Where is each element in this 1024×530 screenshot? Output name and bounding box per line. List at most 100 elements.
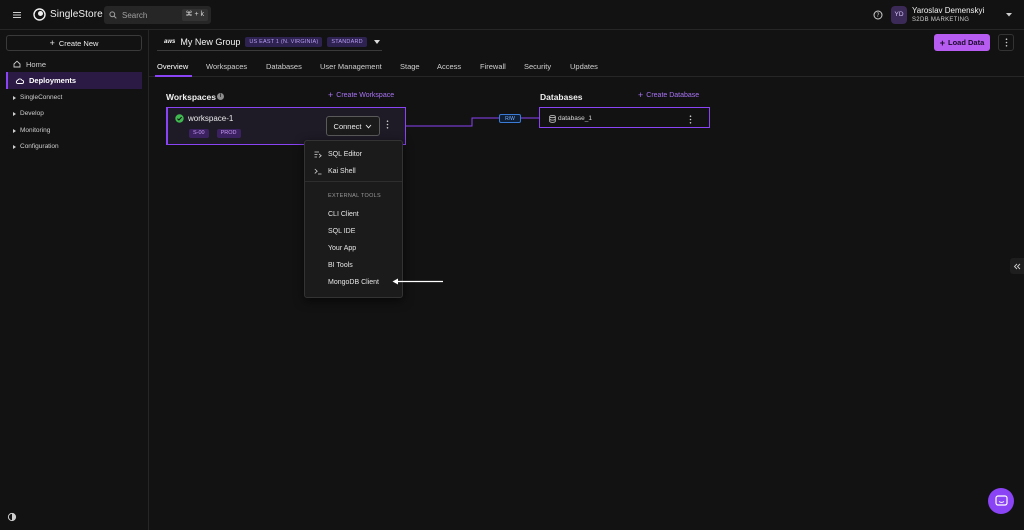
menu-item-label: CLI Client: [328, 210, 359, 218]
sidebar-group-label: Develop: [20, 110, 44, 117]
logo-text: SingleStore: [50, 9, 103, 20]
cloud-icon: [15, 78, 24, 84]
tab-access[interactable]: Access: [437, 62, 461, 71]
menu-item-label: Your App: [328, 244, 357, 252]
svg-text:?: ?: [876, 12, 879, 19]
tab-updates[interactable]: Updates: [570, 62, 598, 71]
sql-editor-icon: [314, 151, 322, 158]
menu-item-label: BI Tools: [328, 261, 353, 269]
user-org: S2DB MARKETING: [912, 17, 970, 23]
database-more-icon[interactable]: [689, 115, 692, 124]
avatar[interactable]: YD: [891, 6, 907, 24]
database-name: database_1: [558, 115, 592, 122]
menu-item-label: Kai Shell: [328, 167, 356, 175]
load-data-label: Load Data: [948, 38, 985, 47]
databases-title: Databases: [540, 92, 583, 102]
menu-item-your-app[interactable]: Your App: [305, 241, 402, 255]
sidebar-item-home[interactable]: Home: [6, 56, 142, 72]
singlestore-logo-icon: [33, 8, 46, 21]
access-badge: R/W: [499, 114, 521, 123]
menu-item-kai-shell[interactable]: Kai Shell: [305, 164, 402, 178]
create-new-label: Create New: [58, 38, 99, 48]
tab-security[interactable]: Security: [524, 62, 551, 71]
create-database-button[interactable]: + Create Database: [638, 90, 700, 100]
sidebar-group-configuration[interactable]: Configuration: [13, 143, 59, 150]
plus-icon: +: [49, 38, 55, 48]
tab-workspaces[interactable]: Workspaces: [206, 62, 247, 71]
menu-item-sql-ide[interactable]: SQL IDE: [305, 224, 402, 238]
help-icon[interactable]: ?: [873, 10, 883, 20]
arrow-left-icon: [392, 277, 444, 286]
caret-right-icon: [13, 111, 16, 116]
connect-menu: SQL Editor Kai Shell EXTERNAL TOOLS CLI …: [304, 140, 403, 298]
tab-stage[interactable]: Stage: [400, 62, 420, 71]
collapse-panel-icon[interactable]: [1010, 258, 1024, 274]
chat-icon[interactable]: [988, 488, 1014, 514]
workspaces-title: Workspaces: [166, 92, 216, 102]
menu-item-bi-tools[interactable]: BI Tools: [305, 258, 402, 272]
caret-right-icon: [13, 95, 16, 100]
create-workspace-button[interactable]: + Create Workspace: [328, 90, 395, 100]
sidebar: [0, 30, 149, 530]
tab-databases[interactable]: Databases: [266, 62, 302, 71]
menu-item-cli-client[interactable]: CLI Client: [305, 207, 402, 221]
sidebar-item-label: Deployments: [29, 76, 77, 85]
create-new-button[interactable]: + Create New: [6, 35, 142, 51]
database-icon: [549, 115, 556, 123]
sidebar-group-label: Monitoring: [20, 127, 51, 134]
menu-item-label: SQL Editor: [328, 150, 362, 158]
menu-item-sql-editor[interactable]: SQL Editor: [305, 147, 402, 161]
menu-icon[interactable]: [11, 9, 23, 21]
active-tab-indicator: [155, 75, 192, 77]
tab-user-management[interactable]: User Management: [320, 62, 382, 71]
create-database-label: Create Database: [646, 92, 700, 99]
tab-firewall[interactable]: Firewall: [480, 62, 506, 71]
search-placeholder: Search: [122, 10, 148, 20]
load-data-button[interactable]: + Load Data: [934, 34, 990, 51]
status-check-icon: [175, 114, 184, 123]
size-badge: S-00: [189, 129, 209, 138]
plus-icon: +: [328, 90, 334, 100]
more-options-icon[interactable]: [998, 34, 1014, 51]
chevron-down-icon: [373, 39, 380, 44]
home-icon: [13, 60, 21, 68]
workspace-name: workspace-1: [188, 114, 234, 123]
menu-item-mongodb-client[interactable]: MongoDB Client: [305, 275, 402, 289]
sidebar-group-label: SingleConnect: [20, 94, 63, 101]
plus-icon: +: [638, 90, 644, 100]
search-icon: [109, 11, 117, 19]
info-icon[interactable]: i: [217, 93, 224, 100]
caret-right-icon: [13, 128, 16, 133]
theme-toggle-icon[interactable]: [6, 511, 18, 523]
menu-divider: [305, 181, 402, 182]
search-input[interactable]: Search ⌘ + k: [104, 6, 211, 24]
sidebar-item-deployments[interactable]: Deployments: [6, 72, 142, 89]
tab-bar: Overview Workspaces Databases User Manag…: [149, 56, 1024, 77]
plus-icon: +: [939, 37, 945, 48]
menu-section-label: EXTERNAL TOOLS: [328, 193, 382, 199]
user-name[interactable]: Yaroslav Demenskyi: [912, 6, 984, 15]
tab-overview[interactable]: Overview: [157, 62, 188, 71]
menu-item-label: MongoDB Client: [328, 278, 379, 286]
menu-item-label: SQL IDE: [328, 227, 356, 235]
sidebar-group-label: Configuration: [20, 143, 59, 150]
create-workspace-label: Create Workspace: [336, 92, 395, 99]
workspace-badges: S-00 PROD: [189, 129, 241, 138]
region-badge: US EAST 1 (N. VIRGINIA): [245, 36, 323, 47]
group-name: My New Group: [180, 36, 241, 47]
terminal-icon: [314, 168, 322, 174]
sidebar-item-label: Home: [26, 59, 47, 69]
tier-badge: STANDARD: [327, 36, 367, 47]
sidebar-group-singleconnect[interactable]: SingleConnect: [13, 94, 62, 101]
env-badge: PROD: [216, 129, 241, 138]
sidebar-group-develop[interactable]: Develop: [13, 110, 44, 117]
connect-label: Connect: [333, 121, 362, 131]
chevron-down-icon[interactable]: [1005, 12, 1013, 18]
logo[interactable]: SingleStore: [33, 8, 103, 21]
workspace-more-icon[interactable]: [386, 120, 389, 129]
group-selector[interactable]: aws My New Group US EAST 1 (N. VIRGINIA)…: [157, 33, 382, 51]
aws-icon: aws: [164, 38, 176, 45]
sidebar-group-monitoring[interactable]: Monitoring: [13, 127, 50, 134]
connect-button[interactable]: Connect: [326, 116, 380, 136]
search-shortcut: ⌘ + k: [181, 9, 208, 21]
